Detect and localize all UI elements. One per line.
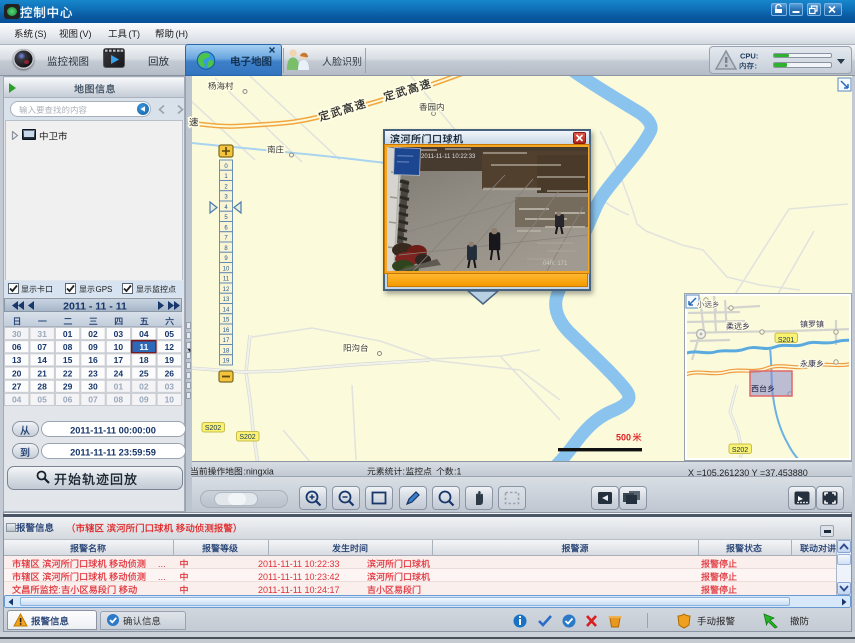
svg-text:18: 18 [139, 355, 149, 365]
svg-text:08: 08 [63, 342, 73, 352]
svg-text:10: 10 [114, 342, 124, 352]
svg-text:01: 01 [63, 329, 73, 339]
svg-text:16: 16 [88, 355, 98, 365]
svg-text:29: 29 [63, 382, 73, 392]
svg-text:22: 22 [63, 368, 73, 378]
svg-text:03: 03 [114, 329, 124, 339]
svg-text:27: 27 [12, 382, 22, 392]
svg-text:16: 16 [223, 328, 230, 334]
svg-text:17: 17 [223, 338, 230, 344]
svg-text:11: 11 [223, 277, 230, 283]
svg-text:04R: 171: 04R: 171 [543, 261, 568, 267]
svg-text:19: 19 [165, 355, 175, 365]
svg-text:04: 04 [12, 395, 22, 405]
svg-text:30: 30 [12, 329, 22, 339]
svg-text:14: 14 [37, 355, 47, 365]
svg-text:02: 02 [139, 382, 149, 392]
svg-text:19: 19 [223, 359, 230, 365]
svg-text:2011-11-11 10:22:33: 2011-11-11 10:22:33 [421, 154, 476, 160]
svg-text:05: 05 [165, 329, 175, 339]
svg-text:06: 06 [63, 395, 73, 405]
svg-text:31: 31 [37, 329, 47, 339]
svg-text:10: 10 [165, 395, 175, 405]
svg-text:18: 18 [223, 348, 230, 354]
svg-text:20: 20 [12, 368, 22, 378]
svg-text:08: 08 [114, 395, 124, 405]
svg-text:11: 11 [139, 342, 148, 352]
svg-text:26: 26 [165, 368, 175, 378]
svg-text:07: 07 [88, 395, 98, 405]
svg-text:09: 09 [139, 395, 149, 405]
svg-text:28: 28 [37, 382, 47, 392]
svg-text:03: 03 [165, 382, 175, 392]
svg-text:10: 10 [223, 266, 230, 272]
svg-text:05: 05 [37, 395, 47, 405]
svg-text:25: 25 [139, 368, 149, 378]
svg-text:23: 23 [88, 368, 98, 378]
svg-text:07: 07 [37, 342, 47, 352]
svg-text:12: 12 [223, 287, 230, 293]
svg-text:12: 12 [165, 342, 175, 352]
svg-text:15: 15 [63, 355, 73, 365]
svg-text:14: 14 [223, 307, 230, 313]
svg-text:17: 17 [114, 355, 124, 365]
svg-text:15: 15 [223, 318, 230, 324]
svg-text:01: 01 [114, 382, 124, 392]
svg-text:04: 04 [139, 329, 149, 339]
svg-text:09: 09 [88, 342, 98, 352]
svg-text:24: 24 [114, 368, 124, 378]
svg-text:30: 30 [88, 382, 98, 392]
svg-text:02: 02 [88, 329, 98, 339]
svg-text:13: 13 [223, 297, 230, 303]
svg-text:06: 06 [12, 342, 22, 352]
svg-text:13: 13 [12, 355, 22, 365]
svg-text:21: 21 [37, 368, 47, 378]
